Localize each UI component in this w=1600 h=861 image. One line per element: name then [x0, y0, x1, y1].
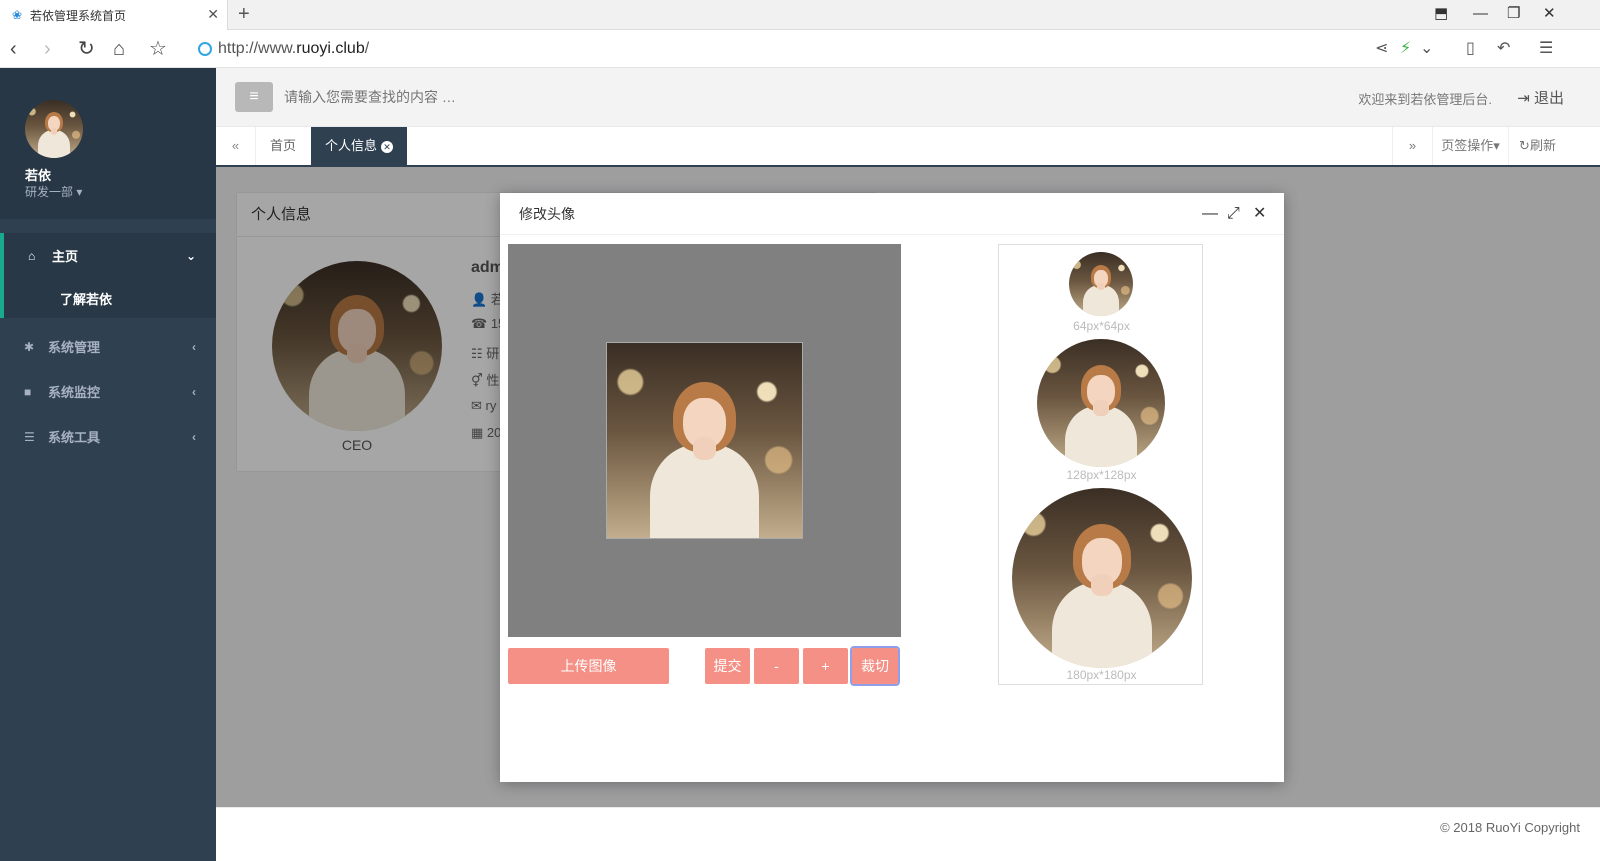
share-icon[interactable]: ⋖	[1375, 39, 1388, 59]
preview-64-label: 64px*64px	[1073, 319, 1130, 333]
ruoyi-favicon-icon: ❀	[11, 8, 23, 22]
sidebar-subitem-about[interactable]: 了解若依	[0, 278, 216, 318]
chevron-left-icon: ‹	[192, 429, 196, 444]
sidebar: 若依 研发一部 ▾ ⌂ 主页 ⌄ 了解若依 ✱ 系统管理 ‹ ■ 系统监控 ‹ …	[0, 68, 216, 861]
maximize-icon[interactable]: ⤢	[1227, 205, 1240, 223]
crop-button[interactable]: 裁切	[850, 646, 900, 686]
copyright-text: © 2018 RuoYi Copyright	[1440, 820, 1580, 835]
url-prefix: http://www.	[218, 40, 297, 57]
preview-64	[1069, 252, 1133, 316]
footer: © 2018 RuoYi Copyright	[216, 807, 1600, 861]
zoom-in-button[interactable]: +	[803, 648, 848, 684]
search-input[interactable]	[284, 84, 684, 110]
preview-128-label: 128px*128px	[1066, 468, 1137, 482]
shirt-skin-icon[interactable]: ⬒	[1434, 6, 1448, 22]
url-field[interactable]: http://www. ruoyi.club /	[198, 40, 369, 58]
user-dept-label: 研发一部	[25, 185, 74, 199]
sidebar-subitem-label: 了解若依	[60, 291, 113, 307]
sidebar-item-tools[interactable]: ☰ 系统工具 ‹	[0, 414, 216, 459]
bookmark-star-icon[interactable]: ☆	[149, 38, 167, 60]
mobile-icon[interactable]: ▯	[1466, 39, 1475, 59]
tab-operations-label: 页签操作	[1441, 138, 1494, 153]
preview-180-label: 180px*180px	[1066, 668, 1137, 682]
welcome-text: 欢迎来到若依管理后台.	[1358, 92, 1492, 107]
preview-180	[1012, 488, 1192, 668]
sign-out-icon: ⇥	[1517, 90, 1530, 107]
caret-down-icon: ▾	[76, 185, 83, 199]
tabs-scroll-left-icon[interactable]: «	[216, 127, 256, 165]
zoom-out-button[interactable]: -	[754, 648, 799, 684]
sidebar-profile: 若依 研发一部 ▾	[0, 68, 216, 219]
sidebar-toggle-button[interactable]: ≡	[235, 82, 273, 112]
browser-tabbar: ❀ 若依管理系统首页 ✕ + ⬒ — ❐ ✕	[0, 0, 1600, 30]
tab-home[interactable]: 首页	[256, 127, 310, 165]
browser-tab-title: 若依管理系统首页	[30, 8, 127, 23]
close-icon[interactable]: ✕	[1253, 205, 1266, 223]
back-icon[interactable]: ‹	[10, 38, 17, 60]
crop-image[interactable]	[606, 342, 803, 539]
close-tab-icon[interactable]: ✕	[207, 7, 219, 21]
sidebar-item-system[interactable]: ✱ 系统管理 ‹	[0, 324, 216, 369]
url-suffix: /	[364, 40, 370, 57]
video-icon: ■	[24, 384, 32, 399]
close-window-icon[interactable]: ✕	[1543, 6, 1556, 22]
sidebar-item-home[interactable]: ⌂ 主页 ⌄	[0, 233, 216, 278]
gear-icon: ✱	[24, 339, 35, 354]
sidebar-item-label: 主页	[52, 249, 79, 264]
minimize-window-icon[interactable]: —	[1473, 6, 1488, 22]
change-avatar-modal: 修改头像 — ⤢ ✕ 上传图像 提交 - + 裁切 64px*64px 128p…	[500, 193, 1284, 782]
chevron-down-icon: ⌄	[185, 248, 196, 263]
logout-label: 退出	[1533, 90, 1564, 107]
home-browser-icon[interactable]: ⌂	[113, 38, 125, 60]
address-bar: ‹ › ↻ ⌂ ☆ http://www. ruoyi.club / ⋖ ⚡ ⌄ ▯…	[0, 30, 1600, 68]
page-tabs: « 首页 个人信息 ✕ » 页签操作▾ ↻刷新	[216, 127, 1600, 167]
preview-box: 64px*64px 128px*128px 180px*180px	[998, 244, 1203, 685]
reload-icon[interactable]: ↻	[78, 38, 95, 60]
browser-tab[interactable]: ❀ 若依管理系统首页 ✕	[0, 0, 228, 30]
tab-operations-dropdown[interactable]: 页签操作▾	[1432, 127, 1508, 165]
top-header: ≡ 欢迎来到若依管理后台. ⇥ 退出	[216, 68, 1600, 127]
chevron-down-icon[interactable]: ⌄	[1420, 39, 1433, 59]
preview-128	[1037, 339, 1165, 467]
undo-icon[interactable]: ↶	[1497, 39, 1510, 59]
user-dept-dropdown[interactable]: 研发一部 ▾	[25, 183, 82, 200]
bars-icon: ☰	[24, 429, 35, 444]
sidebar-item-label: 系统监控	[48, 385, 101, 400]
tabs-scroll-right-icon[interactable]: »	[1392, 127, 1432, 165]
tab-profile[interactable]: 个人信息 ✕	[311, 127, 408, 165]
upload-image-button[interactable]: 上传图像	[508, 648, 669, 684]
url-domain: ruoyi.club	[296, 40, 365, 57]
home-icon: ⌂	[28, 248, 36, 263]
modal-title: 修改头像	[500, 193, 1284, 235]
refresh-label: 刷新	[1529, 138, 1556, 153]
new-tab-icon[interactable]: +	[238, 4, 250, 24]
minimize-icon[interactable]: —	[1202, 205, 1218, 223]
lightning-icon[interactable]: ⚡	[1400, 39, 1411, 59]
close-tab-icon[interactable]: ✕	[381, 141, 394, 153]
chevron-left-icon: ‹	[192, 384, 196, 399]
sidebar-item-label: 系统管理	[48, 340, 101, 355]
restore-window-icon[interactable]: ❐	[1507, 6, 1520, 22]
submit-button[interactable]: 提交	[705, 648, 750, 684]
browser-menu-icon[interactable]: ☰	[1539, 39, 1553, 59]
tab-profile-label: 个人信息	[325, 138, 378, 153]
sidebar-item-monitor[interactable]: ■ 系统监控 ‹	[0, 369, 216, 414]
refresh-button[interactable]: ↻刷新	[1508, 127, 1566, 165]
sidebar-item-label: 系统工具	[48, 430, 101, 445]
user-name: 若依	[25, 168, 52, 183]
page-loading-icon	[198, 42, 212, 56]
refresh-icon: ↻	[1519, 138, 1530, 153]
logout-button[interactable]: ⇥ 退出	[1517, 87, 1564, 108]
crop-area[interactable]	[508, 244, 901, 637]
avatar[interactable]	[25, 100, 83, 158]
chevron-left-icon: ‹	[192, 339, 196, 354]
forward-icon[interactable]: ›	[44, 38, 51, 60]
